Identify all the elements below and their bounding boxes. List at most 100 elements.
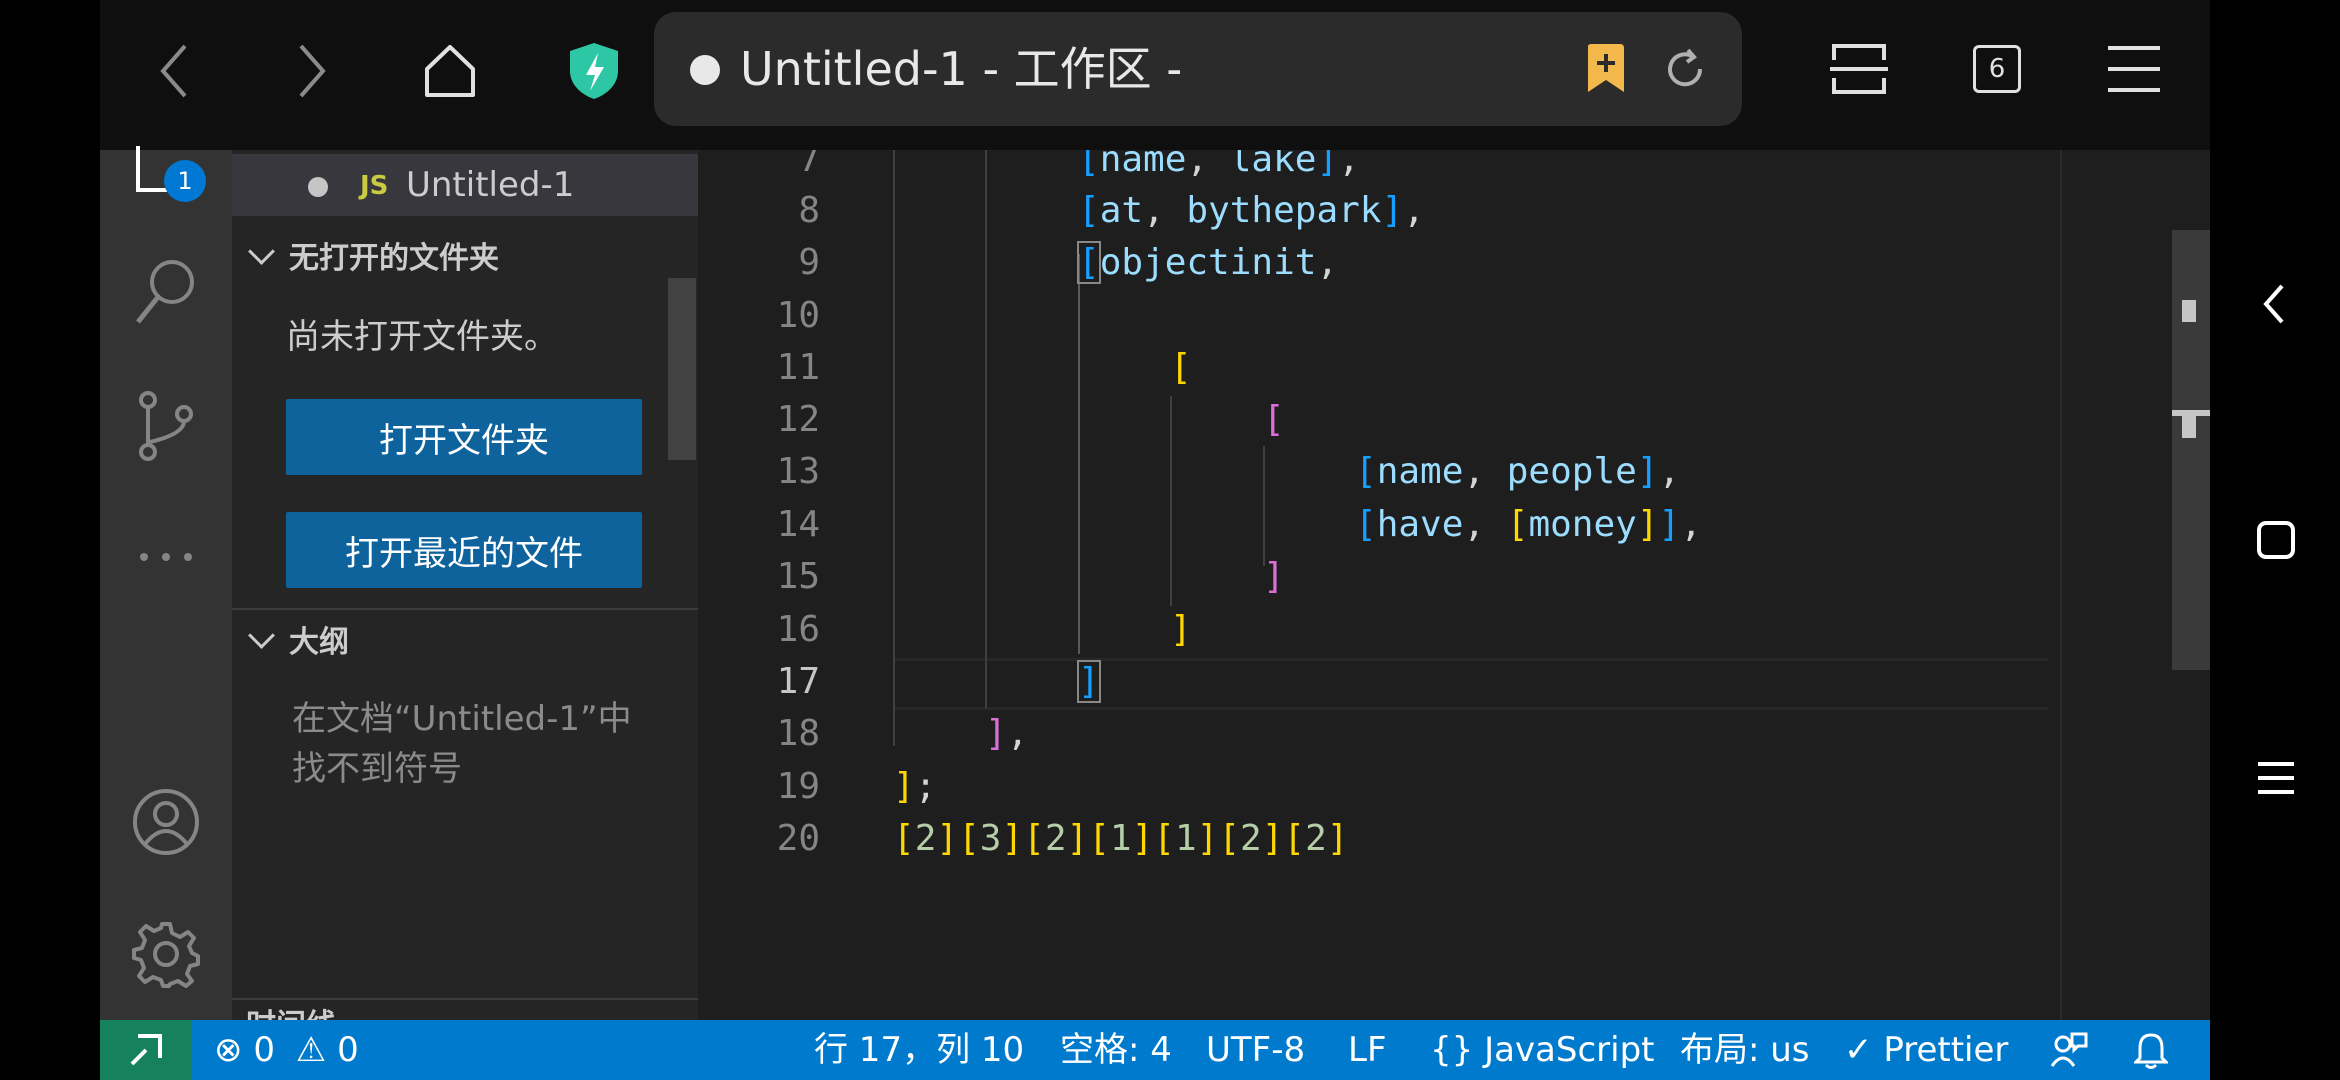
remote-button[interactable] bbox=[100, 1020, 192, 1080]
code-line: 11 [ bbox=[698, 342, 2210, 394]
code-line: 15 ] bbox=[698, 551, 2210, 603]
remote-icon bbox=[130, 1034, 162, 1066]
code-line: 9 [objectinit, bbox=[698, 237, 2210, 289]
code-text: [2][3][2][1][1][2][2] bbox=[893, 818, 1349, 859]
forward-icon[interactable] bbox=[276, 36, 346, 106]
open-editor-item[interactable]: JS Untitled-1 bbox=[232, 154, 698, 216]
line-number: 12 bbox=[776, 399, 820, 440]
code-line: 16 ] bbox=[698, 604, 2210, 656]
minimap-border bbox=[2060, 150, 2062, 1020]
code-line: 19 ]; bbox=[698, 761, 2210, 813]
line-number: 19 bbox=[776, 766, 820, 807]
line-number: 15 bbox=[776, 556, 820, 597]
cursor-position[interactable]: 行 17，列 10 bbox=[814, 1028, 1024, 1072]
prettier-status[interactable]: ✓ Prettier bbox=[1844, 1028, 2008, 1072]
open-recent-button[interactable]: 打开最近的文件 bbox=[286, 512, 642, 588]
shield-icon[interactable] bbox=[559, 36, 629, 106]
activity-bar: 1 bbox=[100, 146, 232, 1020]
explorer-icon[interactable]: 1 bbox=[132, 146, 206, 202]
outline-empty-message: 在文档“Untitled-1”中找不到符号 bbox=[292, 699, 632, 789]
line-number: 18 bbox=[776, 713, 820, 754]
tabs-button[interactable]: 6 bbox=[1973, 45, 2021, 93]
browser-toolbar: Untitled-1 - 工作区 - Visual Studio Code 6 bbox=[100, 0, 2210, 150]
code-text: [at, bythepark], bbox=[1078, 190, 1425, 231]
code-text: [ bbox=[1170, 347, 1192, 388]
line-number: 11 bbox=[776, 347, 820, 388]
problems-indicator[interactable]: ⊗ 0 ⚠ 0 bbox=[214, 1028, 359, 1072]
check-icon: ✓ bbox=[1844, 1030, 1873, 1070]
line-number: 8 bbox=[798, 190, 820, 231]
line-number: 7 bbox=[798, 150, 820, 180]
page-status-dot bbox=[690, 55, 720, 85]
open-editor-filename: Untitled-1 bbox=[406, 165, 575, 205]
warning-icon: ⚠ bbox=[295, 1030, 327, 1070]
keyboard-layout[interactable]: 布局: us bbox=[1680, 1028, 1810, 1072]
open-folder-button[interactable]: 打开文件夹 bbox=[286, 399, 642, 475]
code-line: 13 [name, people], bbox=[698, 446, 2210, 498]
code-text: ] bbox=[1077, 660, 1101, 703]
indentation-setting[interactable]: 空格: 4 bbox=[1060, 1028, 1172, 1072]
outline-section-header[interactable]: 大纲 bbox=[246, 614, 349, 664]
line-number: 20 bbox=[776, 818, 820, 859]
line-number: 10 bbox=[776, 295, 820, 336]
code-line: 14 [have, [money]], bbox=[698, 499, 2210, 551]
section-divider bbox=[232, 608, 698, 610]
source-control-icon[interactable] bbox=[136, 390, 196, 466]
system-navigation-bar bbox=[2210, 0, 2340, 1080]
bookmark-add-icon[interactable] bbox=[1584, 42, 1628, 98]
line-number: 16 bbox=[776, 609, 820, 650]
accounts-icon[interactable] bbox=[132, 788, 200, 860]
explorer-sidebar: JS Untitled-1 无打开的文件夹 尚未打开文件夹。 打开文件夹 打开最… bbox=[232, 150, 698, 1042]
back-icon[interactable] bbox=[140, 36, 210, 106]
line-number: 14 bbox=[776, 504, 820, 545]
unsaved-dot-icon[interactable] bbox=[308, 177, 328, 197]
home-icon[interactable] bbox=[415, 36, 485, 106]
code-text: [ bbox=[1263, 399, 1285, 440]
reload-icon[interactable] bbox=[1662, 46, 1708, 96]
line-number: 9 bbox=[798, 242, 820, 283]
code-editor[interactable]: 7 [name, lake], 8 [at, bythepark], 9 [ob… bbox=[698, 150, 2210, 1020]
notifications-bell-icon[interactable] bbox=[2132, 1032, 2170, 1079]
code-line: 10 bbox=[698, 290, 2210, 342]
code-text: ], bbox=[985, 713, 1029, 754]
reader-mode-icon[interactable] bbox=[1830, 42, 1888, 100]
search-icon[interactable] bbox=[134, 256, 200, 330]
code-text: [name, people], bbox=[1355, 451, 1681, 492]
system-recents-icon[interactable] bbox=[2256, 758, 2296, 802]
scrollbar-marker bbox=[2182, 416, 2196, 438]
explorer-badge: 1 bbox=[164, 160, 206, 202]
editor-scrollbar[interactable] bbox=[2172, 230, 2210, 670]
menu-icon[interactable] bbox=[2106, 44, 2162, 98]
braces-icon: {} bbox=[1430, 1030, 1474, 1070]
code-text: ] bbox=[1170, 609, 1192, 650]
code-line: 20 [2][3][2][1][1][2][2] bbox=[698, 813, 2210, 865]
code-line: 12 [ bbox=[698, 394, 2210, 446]
status-bar: ⊗ 0 ⚠ 0 行 17，列 10 空格: 4 UTF-8 LF {} Java… bbox=[100, 1020, 2210, 1080]
code-text: [objectinit, bbox=[1077, 241, 1339, 284]
chevron-down-icon bbox=[248, 621, 275, 649]
sidebar-scrollbar[interactable] bbox=[668, 278, 696, 460]
settings-gear-icon[interactable] bbox=[132, 920, 200, 992]
feedback-icon[interactable] bbox=[2050, 1032, 2088, 1077]
error-icon: ⊗ bbox=[214, 1030, 243, 1070]
scrollbar-marker bbox=[2182, 300, 2196, 322]
code-line: 8 [at, bythepark], bbox=[698, 185, 2210, 237]
line-number: 17 bbox=[776, 661, 820, 702]
system-back-icon[interactable] bbox=[2260, 282, 2288, 330]
code-line: 7 [name, lake], bbox=[698, 150, 2210, 186]
no-folder-message: 尚未打开文件夹。 bbox=[286, 317, 558, 357]
code-text: [have, [money]], bbox=[1355, 504, 1702, 545]
system-home-icon[interactable] bbox=[2256, 520, 2296, 564]
encoding-selector[interactable]: UTF-8 bbox=[1206, 1028, 1305, 1072]
address-bar[interactable]: Untitled-1 - 工作区 - Visual Studio Code bbox=[654, 12, 1742, 126]
no-folder-section-header[interactable]: 无打开的文件夹 bbox=[246, 230, 499, 280]
code-line: 18 ], bbox=[698, 708, 2210, 760]
chevron-down-icon bbox=[248, 237, 275, 265]
code-text: ]; bbox=[893, 766, 937, 807]
more-icon[interactable] bbox=[138, 548, 194, 567]
javascript-file-icon: JS bbox=[360, 171, 389, 201]
code-text: [name, lake], bbox=[1078, 150, 1360, 180]
eol-selector[interactable]: LF bbox=[1348, 1028, 1387, 1072]
language-mode[interactable]: {} JavaScript bbox=[1430, 1028, 1655, 1072]
url-text[interactable]: Untitled-1 - 工作区 - Visual Studio Code bbox=[740, 42, 1180, 96]
